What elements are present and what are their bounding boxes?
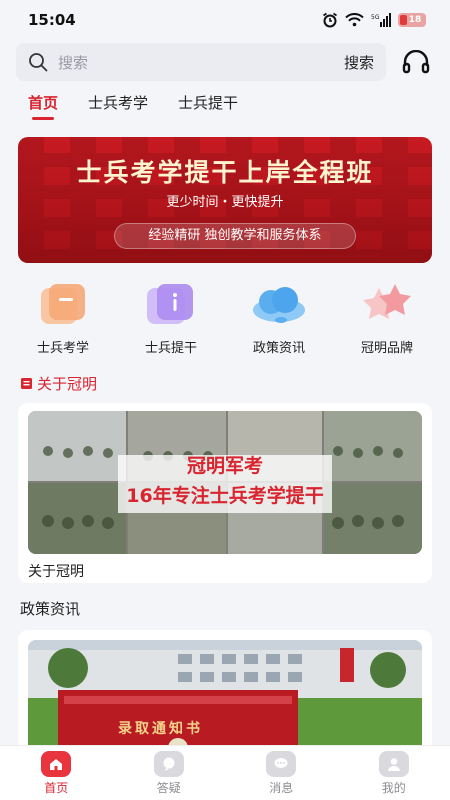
banner-pill: 经验精研 独创教学和服务体系: [114, 223, 356, 249]
policy-section-title: 政策资讯: [20, 600, 81, 618]
card-icon: [33, 280, 93, 330]
wifi-icon: [345, 13, 364, 27]
banner-title: 士兵考学提干上岸全程班: [76, 158, 374, 187]
status-time: 15:04: [28, 11, 76, 29]
cloud-icon: [249, 280, 309, 330]
overlay-line2: 16年专注士兵考学提干: [126, 485, 324, 507]
nav-label: 我的: [381, 780, 406, 795]
battery-icon: 18: [398, 13, 426, 27]
alarm-icon: [323, 12, 337, 28]
about-section-title: 关于冠明: [20, 373, 97, 394]
category-label: 政策资讯: [252, 341, 305, 356]
search-icon: [29, 53, 48, 72]
promo-banner[interactable]: 士兵考学提干上岸全程班 更少时间・更快提升 经验精研 独创教学和服务体系: [18, 137, 432, 263]
tab-home[interactable]: 首页: [28, 92, 58, 120]
admission-photo: [28, 640, 422, 760]
category-label: 士兵提干: [144, 341, 197, 356]
category-label: 冠明品牌: [360, 341, 413, 356]
about-caption: 关于冠明: [28, 564, 84, 580]
svg-text:5G: 5G: [371, 14, 380, 21]
search-button[interactable]: 搜索: [344, 52, 374, 73]
about-image: 冠明军考 16年专注士兵考学提干: [28, 411, 422, 554]
info-icon: [141, 280, 201, 330]
profile-icon: [378, 750, 409, 777]
policy-image: 录取通知书: [28, 640, 422, 760]
section-title-text: 关于冠明: [37, 375, 98, 393]
nav-message[interactable]: 消息: [241, 750, 321, 796]
star-icon: [357, 280, 417, 330]
tab-soldier-promotion[interactable]: 士兵提干: [178, 92, 238, 113]
search-row: 搜索 搜索: [16, 43, 438, 81]
search-input[interactable]: 搜索 搜索: [16, 43, 386, 81]
home-icon: [41, 750, 72, 777]
category-brand[interactable]: 冠明品牌: [342, 280, 432, 356]
message-icon: [266, 750, 297, 777]
policy-image-text: 录取通知书: [118, 721, 203, 737]
policy-card[interactable]: 录取通知书: [18, 630, 432, 760]
battery-level: 18: [408, 15, 422, 25]
nav-home[interactable]: 首页: [16, 750, 96, 796]
category-policy-news[interactable]: 政策资讯: [234, 280, 324, 356]
top-tabs: 首页 士兵考学 士兵提干: [28, 92, 238, 120]
category-grid: 士兵考学 士兵提干 政策资讯 冠明品牌: [18, 280, 432, 356]
tab-soldier-exam[interactable]: 士兵考学: [88, 92, 148, 113]
about-card[interactable]: 冠明军考 16年专注士兵考学提干 关于冠明: [18, 403, 432, 583]
signal-icon: 5G: [371, 13, 391, 27]
category-label: 士兵考学: [36, 341, 89, 356]
nav-label: 答疑: [156, 780, 181, 795]
about-image-overlay: 冠明军考 16年专注士兵考学提干: [98, 451, 352, 517]
overlay-line1: 冠明军考: [186, 455, 263, 477]
bottom-nav: 首页 答疑 消息 我的: [0, 745, 450, 800]
nav-label: 消息: [269, 780, 294, 795]
answer-icon: [153, 750, 184, 777]
nav-profile[interactable]: 我的: [354, 750, 434, 796]
banner-subtitle: 更少时间・更快提升: [166, 195, 284, 210]
status-bar: 15:04 5G 18: [0, 0, 450, 40]
search-placeholder: 搜索: [58, 53, 89, 72]
category-soldier-promotion[interactable]: 士兵提干: [126, 280, 216, 356]
nav-answer[interactable]: 答疑: [129, 750, 209, 796]
nav-label: 首页: [44, 780, 69, 795]
category-soldier-exam[interactable]: 士兵考学: [18, 280, 108, 356]
status-icons: 5G 18: [322, 12, 426, 28]
headset-icon[interactable]: [402, 50, 430, 74]
bookmark-icon: [21, 378, 32, 389]
